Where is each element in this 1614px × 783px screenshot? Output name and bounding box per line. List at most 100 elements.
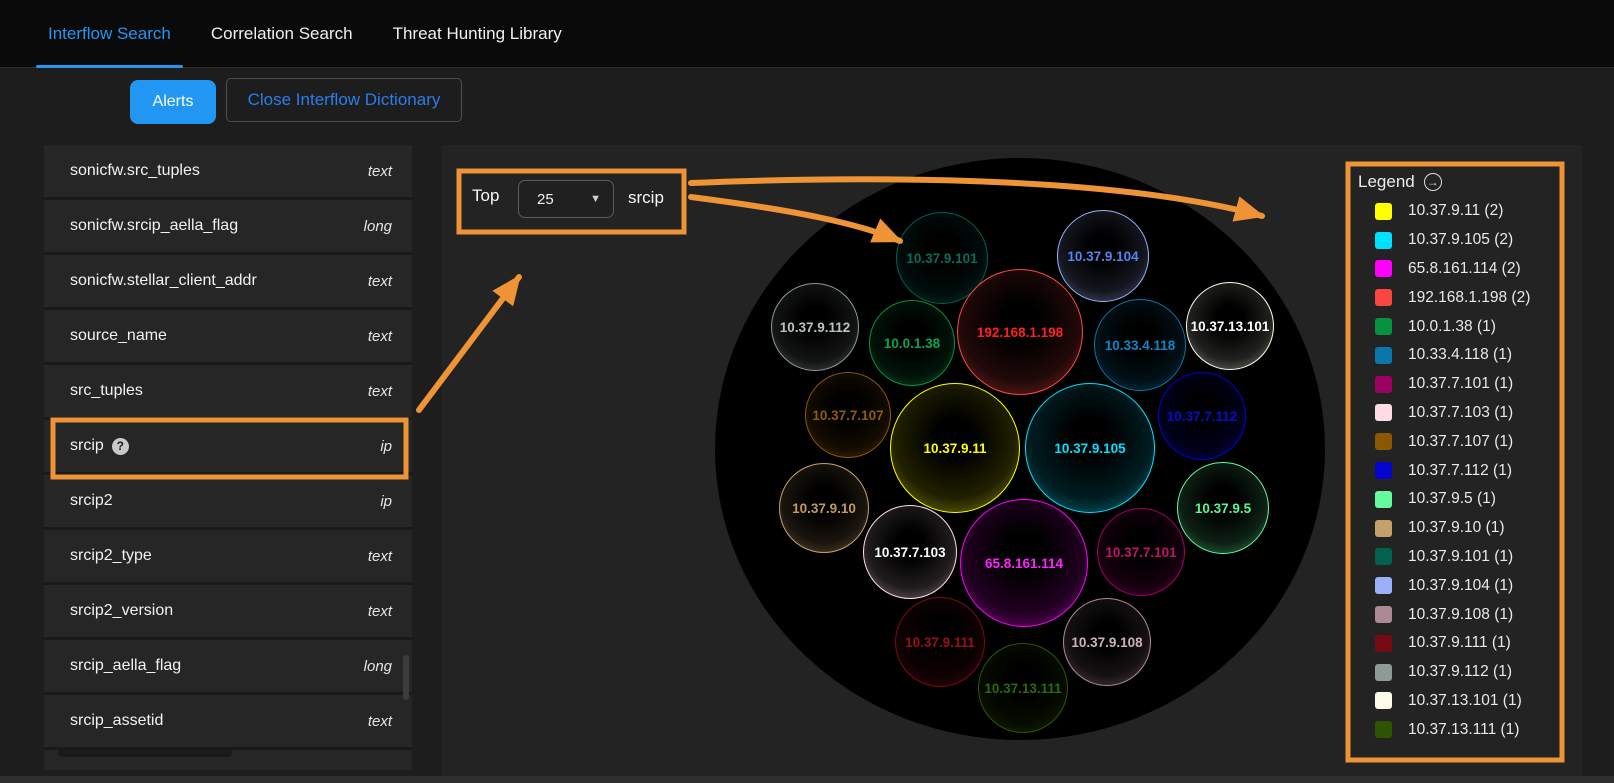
legend-swatch: [1375, 376, 1392, 393]
bubble-10.37.9.5[interactable]: 10.37.9.5: [1177, 462, 1269, 554]
legend-item-10.37.9.108[interactable]: 10.37.9.108 (1): [1358, 600, 1530, 629]
bubble-label: 10.37.9.104: [1067, 249, 1138, 264]
chart-panel: Top 25 ▼ srcip 10.37.9.10110.37.9.10410.…: [442, 145, 1582, 777]
legend-item-10.0.1.38[interactable]: 10.0.1.38 (1): [1358, 312, 1530, 341]
bubble-192.168.1.198[interactable]: 192.168.1.198: [957, 269, 1083, 395]
interflow-dictionary-panel: sonicfw.src_tuplestextsonicfw.srcip_aell…: [44, 145, 412, 770]
bubble-10.37.7.101[interactable]: 10.37.7.101: [1097, 508, 1185, 596]
legend-item-10.37.9.104[interactable]: 10.37.9.104 (1): [1358, 571, 1530, 600]
field-type: ip: [380, 438, 392, 455]
legend-item-192.168.1.198[interactable]: 192.168.1.198 (2): [1358, 283, 1530, 312]
field-type: text: [368, 383, 392, 400]
field-type: text: [368, 328, 392, 345]
legend-label: 10.37.7.107 (1): [1408, 433, 1513, 451]
indices-toolbar: Indices: Alerts Close Interflow Dictiona…: [0, 68, 1614, 145]
alerts-button[interactable]: Alerts: [130, 80, 216, 124]
legend-item-10.37.9.105[interactable]: 10.37.9.105 (2): [1358, 226, 1530, 255]
legend-item-10.37.13.101[interactable]: 10.37.13.101 (1): [1358, 687, 1530, 716]
field-row-srcip[interactable]: srcip?ip: [44, 420, 412, 475]
bubble-10.37.7.103[interactable]: 10.37.7.103: [863, 505, 957, 599]
legend-item-10.33.4.118[interactable]: 10.33.4.118 (1): [1358, 341, 1530, 370]
bubble-65.8.161.114[interactable]: 65.8.161.114: [960, 499, 1088, 627]
legend-swatch: [1375, 577, 1392, 594]
field-row-srcip_aella_flag[interactable]: srcip_aella_flaglong: [44, 640, 412, 695]
bubble-label: 10.37.9.10: [792, 501, 856, 516]
bubble-10.33.4.118[interactable]: 10.33.4.118: [1094, 299, 1186, 391]
bubble-label: 10.37.7.101: [1105, 545, 1176, 560]
legend-swatch: [1375, 491, 1392, 508]
legend-item-65.8.161.114[interactable]: 65.8.161.114 (2): [1358, 255, 1530, 284]
tab-correlation-search[interactable]: Correlation Search: [191, 0, 373, 68]
legend-label: 10.37.7.101 (1): [1408, 375, 1513, 393]
bubble-label: 10.37.13.111: [984, 681, 1061, 696]
legend-label: 65.8.161.114 (2): [1408, 260, 1521, 278]
legend-item-10.37.7.107[interactable]: 10.37.7.107 (1): [1358, 427, 1530, 456]
vertical-scrollbar-thumb[interactable]: [403, 655, 409, 700]
legend-label: 10.37.13.101 (1): [1408, 692, 1522, 710]
legend-title: Legend →: [1358, 172, 1442, 192]
page-horizontal-scrollbar[interactable]: [0, 776, 1614, 783]
tab-threat-hunting-library[interactable]: Threat Hunting Library: [373, 0, 582, 68]
field-row-srcip2_version[interactable]: srcip2_versiontext: [44, 585, 412, 640]
top-n-dropdown[interactable]: 25 ▼: [518, 180, 614, 218]
bubble-10.37.7.107[interactable]: 10.37.7.107: [805, 372, 891, 458]
arrow-right-circle-icon[interactable]: →: [1424, 173, 1442, 191]
bubble-10.0.1.38[interactable]: 10.0.1.38: [869, 300, 955, 386]
bubble-label: 10.37.7.103: [874, 545, 945, 560]
field-type: ip: [380, 493, 392, 510]
bubble-10.37.9.111[interactable]: 10.37.9.111: [895, 597, 985, 687]
legend-item-10.37.9.111[interactable]: 10.37.9.111 (1): [1358, 629, 1530, 658]
field-name: srcip2_version: [70, 602, 173, 620]
field-row-srcip2_type[interactable]: srcip2_typetext: [44, 530, 412, 585]
legend-label: 10.37.7.103 (1): [1408, 404, 1513, 422]
field-row-sonicfw.src_tuples[interactable]: sonicfw.src_tuplestext: [44, 145, 412, 200]
field-name: source_name: [70, 327, 167, 345]
help-icon[interactable]: ?: [112, 438, 129, 455]
legend-item-10.37.9.11[interactable]: 10.37.9.11 (2): [1358, 197, 1530, 226]
legend-swatch: [1375, 260, 1392, 277]
bubble-10.37.9.108[interactable]: 10.37.9.108: [1063, 598, 1151, 686]
legend-swatch: [1375, 664, 1392, 681]
legend-item-10.37.7.112[interactable]: 10.37.7.112 (1): [1358, 456, 1530, 485]
horizontal-scrollbar-thumb[interactable]: [58, 748, 232, 757]
tab-interflow-search[interactable]: Interflow Search: [28, 0, 191, 68]
legend-swatch: [1375, 462, 1392, 479]
bubble-10.37.13.111[interactable]: 10.37.13.111: [978, 643, 1068, 733]
field-row-sonicfw.srcip_aella_flag[interactable]: sonicfw.srcip_aella_flaglong: [44, 200, 412, 255]
legend-item-10.37.9.112[interactable]: 10.37.9.112 (1): [1358, 658, 1530, 687]
bubble-10.37.9.112[interactable]: 10.37.9.112: [771, 283, 859, 371]
bubble-10.37.9.10[interactable]: 10.37.9.10: [779, 463, 869, 553]
legend-swatch: [1375, 520, 1392, 537]
bubble-label: 192.168.1.198: [977, 325, 1063, 340]
field-row-source_name[interactable]: source_name text: [44, 310, 412, 365]
legend-item-10.37.7.103[interactable]: 10.37.7.103 (1): [1358, 399, 1530, 428]
legend-item-10.37.9.10[interactable]: 10.37.9.10 (1): [1358, 514, 1530, 543]
bubble-label: 65.8.161.114: [985, 556, 1063, 571]
legend-item-10.37.13.111[interactable]: 10.37.13.111 (1): [1358, 715, 1530, 744]
bubble-10.37.9.105[interactable]: 10.37.9.105: [1025, 383, 1155, 513]
field-row-srcip_assetid[interactable]: srcip_assetidtext: [44, 695, 412, 750]
close-interflow-dictionary-button[interactable]: Close Interflow Dictionary: [226, 78, 462, 122]
legend-label: 10.37.9.112 (1): [1408, 663, 1512, 681]
legend-item-10.37.9.101[interactable]: 10.37.9.101 (1): [1358, 543, 1530, 572]
bubble-label: 10.37.9.101: [906, 251, 977, 266]
bubble-10.37.13.101[interactable]: 10.37.13.101: [1186, 282, 1274, 370]
field-row-src_tuples[interactable]: src_tuplestext: [44, 365, 412, 420]
bubble-10.37.9.104[interactable]: 10.37.9.104: [1057, 210, 1149, 302]
bubble-10.37.9.11[interactable]: 10.37.9.11: [890, 383, 1020, 513]
bubble-10.37.7.112[interactable]: 10.37.7.112: [1158, 372, 1246, 460]
field-name: srcip2_type: [70, 547, 152, 565]
field-row-srcip2[interactable]: srcip2ip: [44, 475, 412, 530]
legend-swatch: [1375, 318, 1392, 335]
chart-field-label: srcip: [628, 188, 664, 208]
legend-title-text: Legend: [1358, 172, 1415, 192]
tab-bar: Interflow SearchCorrelation SearchThreat…: [0, 0, 1614, 68]
legend-swatch: [1375, 203, 1392, 220]
field-row-sonicfw.stellar_client_addr[interactable]: sonicfw.stellar_client_addrtext: [44, 255, 412, 310]
top-n-value: 25: [519, 191, 590, 208]
field-type: text: [368, 713, 392, 730]
legend-item-10.37.9.5[interactable]: 10.37.9.5 (1): [1358, 485, 1530, 514]
legend-label: 10.37.13.111 (1): [1408, 721, 1519, 739]
bubble-label: 10.37.7.112: [1167, 409, 1238, 424]
legend-item-10.37.7.101[interactable]: 10.37.7.101 (1): [1358, 370, 1530, 399]
